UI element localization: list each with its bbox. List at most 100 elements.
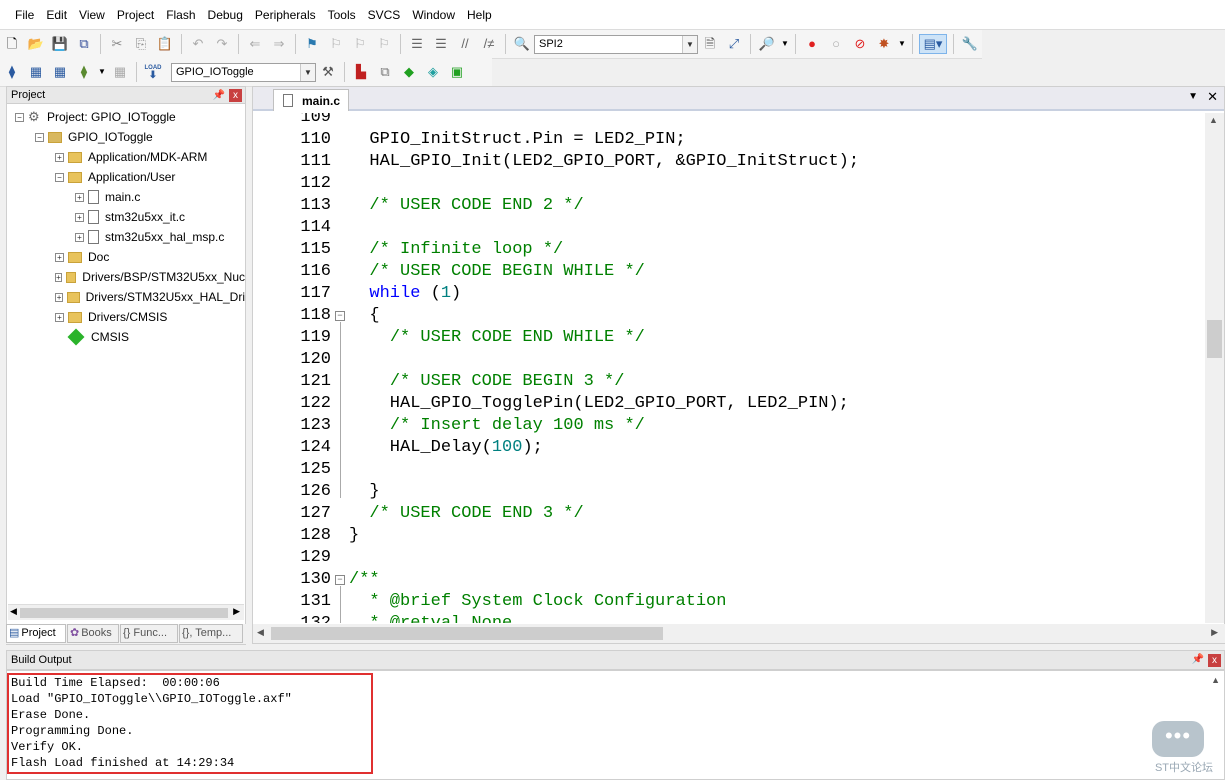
bookmark-clear-icon[interactable]: ⚐ — [374, 34, 394, 54]
file-extensions-icon[interactable]: ⧉ — [375, 62, 395, 82]
scroll-up-icon[interactable]: ▲ — [1209, 115, 1218, 125]
breakpoint-enable-icon[interactable]: ○ — [826, 34, 846, 54]
find-icon[interactable]: ⤢ — [724, 34, 744, 54]
build-icon[interactable]: ▦ — [26, 62, 46, 82]
build-output-panel[interactable]: Build Time Elapsed: 00:00:06 Load "GPIO_I… — [6, 670, 1225, 780]
tab-project[interactable]: ▤ Project — [6, 624, 66, 643]
scrollbar-thumb[interactable] — [1207, 320, 1222, 358]
new-file-icon[interactable]: 🗋 — [2, 34, 22, 54]
redo-icon[interactable]: ↷ — [212, 34, 232, 54]
collapse-icon[interactable]: − — [15, 112, 24, 122]
code-line[interactable]: /* USER CODE BEGIN 3 */ — [349, 371, 625, 393]
tab-templates[interactable]: {}, Temp... — [179, 624, 243, 643]
scroll-right-icon[interactable]: ▶ — [1211, 627, 1218, 638]
uncomment-icon[interactable]: /≠ — [479, 34, 499, 54]
chevron-down-icon[interactable]: ▼ — [300, 63, 315, 81]
tree-item-group[interactable]: + Drivers/BSP/STM32U5xx_Nuc — [55, 267, 245, 287]
expand-icon[interactable]: + — [55, 152, 64, 162]
manage-rte-icon[interactable]: ◆ — [399, 62, 419, 82]
find-combo[interactable]: SPI2 ▼ — [534, 34, 698, 54]
close-icon[interactable]: x — [1208, 654, 1221, 667]
find-in-files-icon[interactable]: 🔍 — [512, 34, 532, 54]
target-options-icon[interactable]: ⚒ — [318, 62, 338, 82]
menu-edit[interactable]: Edit — [40, 0, 73, 30]
configure-icon[interactable]: 🔧 — [960, 34, 980, 54]
expand-icon[interactable]: + — [75, 192, 84, 202]
window-layout-icon[interactable]: ▤▾ — [919, 34, 947, 54]
tree-item-project-root[interactable]: − ⚙ Project: GPIO_IOToggle — [15, 107, 176, 127]
menu-debug[interactable]: Debug — [202, 0, 249, 30]
tree-item-component[interactable]: CMSIS — [67, 327, 129, 347]
code-line[interactable]: } — [349, 481, 379, 503]
fold-toggle-icon[interactable]: − — [335, 575, 345, 585]
chevron-down-icon[interactable]: ▼ — [98, 62, 106, 82]
code-line[interactable]: /* USER CODE END WHILE */ — [349, 327, 645, 349]
cut-icon[interactable]: ✂ — [107, 34, 127, 54]
code-line[interactable]: HAL_Delay(100); — [349, 437, 543, 459]
expand-icon[interactable]: + — [55, 252, 64, 262]
undo-icon[interactable]: ↶ — [188, 34, 208, 54]
code-line[interactable]: * @retval None — [349, 613, 512, 623]
tree-item-group[interactable]: − Application/User — [55, 167, 175, 187]
tab-books[interactable]: ✿ Books — [67, 624, 119, 643]
indent-icon[interactable]: ☰ — [407, 34, 427, 54]
tree-item-file[interactable]: + stm32u5xx_hal_msp.c — [75, 227, 224, 247]
code-line[interactable]: HAL_GPIO_TogglePin(LED2_GPIO_PORT, LED2_… — [349, 393, 849, 415]
editor-vertical-scrollbar[interactable]: ▲ — [1205, 113, 1224, 623]
tree-item-group[interactable]: + Application/MDK-ARM — [55, 147, 207, 167]
translate-icon[interactable]: ⧫ — [2, 62, 22, 82]
menu-file[interactable]: File — [9, 0, 40, 30]
code-line[interactable]: GPIO_InitStruct.Pin = LED2_PIN; — [349, 129, 685, 151]
nav-forward-icon[interactable]: ⇒ — [269, 34, 289, 54]
tab-main-c[interactable]: main.c — [273, 89, 349, 111]
bookmark-prev-icon[interactable]: ⚐ — [326, 34, 346, 54]
chevron-down-icon[interactable]: ▼ — [682, 35, 697, 53]
batch-build-icon[interactable]: ⧫ — [74, 62, 94, 82]
code-line[interactable]: /* USER CODE END 3 */ — [349, 503, 583, 525]
target-combo[interactable]: GPIO_IOToggle ▼ — [171, 62, 316, 82]
code-line[interactable]: { — [349, 305, 379, 327]
rebuild-icon[interactable]: ▦ — [50, 62, 70, 82]
code-line[interactable]: /* USER CODE END 2 */ — [349, 195, 583, 217]
code-line[interactable]: while (1) — [349, 283, 461, 305]
stop-build-icon[interactable]: ▦ — [110, 62, 130, 82]
tree-item-group[interactable]: + Drivers/CMSIS — [55, 307, 167, 327]
code-line[interactable]: /* USER CODE BEGIN WHILE */ — [349, 261, 644, 283]
unindent-icon[interactable]: ☰ — [431, 34, 451, 54]
code-area[interactable]: 109 110 GPIO_InitStruct.Pin = LED2_PIN; 11… — [253, 113, 1205, 623]
collapse-icon[interactable]: − — [35, 132, 44, 142]
menu-help[interactable]: Help — [461, 0, 498, 30]
bookmark-next-icon[interactable]: ⚐ — [350, 34, 370, 54]
load-icon[interactable]: LOAD ⬇ — [143, 62, 163, 82]
editor-horizontal-scrollbar[interactable]: ◀ ▶ — [253, 624, 1225, 643]
chevron-down-icon[interactable]: ▼ — [898, 34, 906, 54]
close-icon[interactable]: ✕ — [1207, 89, 1218, 105]
scroll-up-icon[interactable]: ▲ — [1211, 675, 1220, 685]
open-folder-icon[interactable]: 📂 — [26, 34, 46, 54]
menu-peripherals[interactable]: Peripherals — [249, 0, 322, 30]
menu-flash[interactable]: Flash — [160, 0, 201, 30]
pack-installer-icon[interactable]: ▣ — [447, 62, 467, 82]
menu-window[interactable]: Window — [406, 0, 461, 30]
save-icon[interactable]: 💾 — [50, 34, 70, 54]
tree-item-file[interactable]: + stm32u5xx_it.c — [75, 207, 185, 227]
manage-project-items-icon[interactable]: ▙ — [351, 62, 371, 82]
fold-toggle-icon[interactable]: − — [335, 311, 345, 321]
tree-item-group[interactable]: + Drivers/STM32U5xx_HAL_Dri — [55, 287, 245, 307]
menu-svcs[interactable]: SVCS — [362, 0, 407, 30]
code-line[interactable]: /* Insert delay 100 ms */ — [349, 415, 645, 437]
tab-functions[interactable]: {} Func... — [120, 624, 178, 643]
code-line[interactable]: * @brief System Clock Configuration — [349, 591, 726, 613]
expand-icon[interactable]: + — [55, 272, 62, 282]
code-line[interactable]: HAL_GPIO_Init(LED2_GPIO_PORT, &GPIO_Init… — [349, 151, 859, 173]
paste-icon[interactable]: 📋 — [155, 34, 175, 54]
pin-icon[interactable]: 📌 — [1192, 651, 1204, 669]
expand-icon[interactable]: + — [55, 292, 64, 302]
scroll-left-icon[interactable]: ◀ — [10, 606, 17, 617]
menu-project[interactable]: Project — [111, 0, 160, 30]
save-all-icon[interactable]: ⧉ — [74, 34, 94, 54]
chevron-down-icon[interactable]: ▼ — [781, 34, 789, 54]
incremental-find-icon[interactable]: 🗎 — [700, 34, 720, 54]
tree-item-file[interactable]: + main.c — [75, 187, 140, 207]
scroll-left-icon[interactable]: ◀ — [257, 627, 264, 638]
